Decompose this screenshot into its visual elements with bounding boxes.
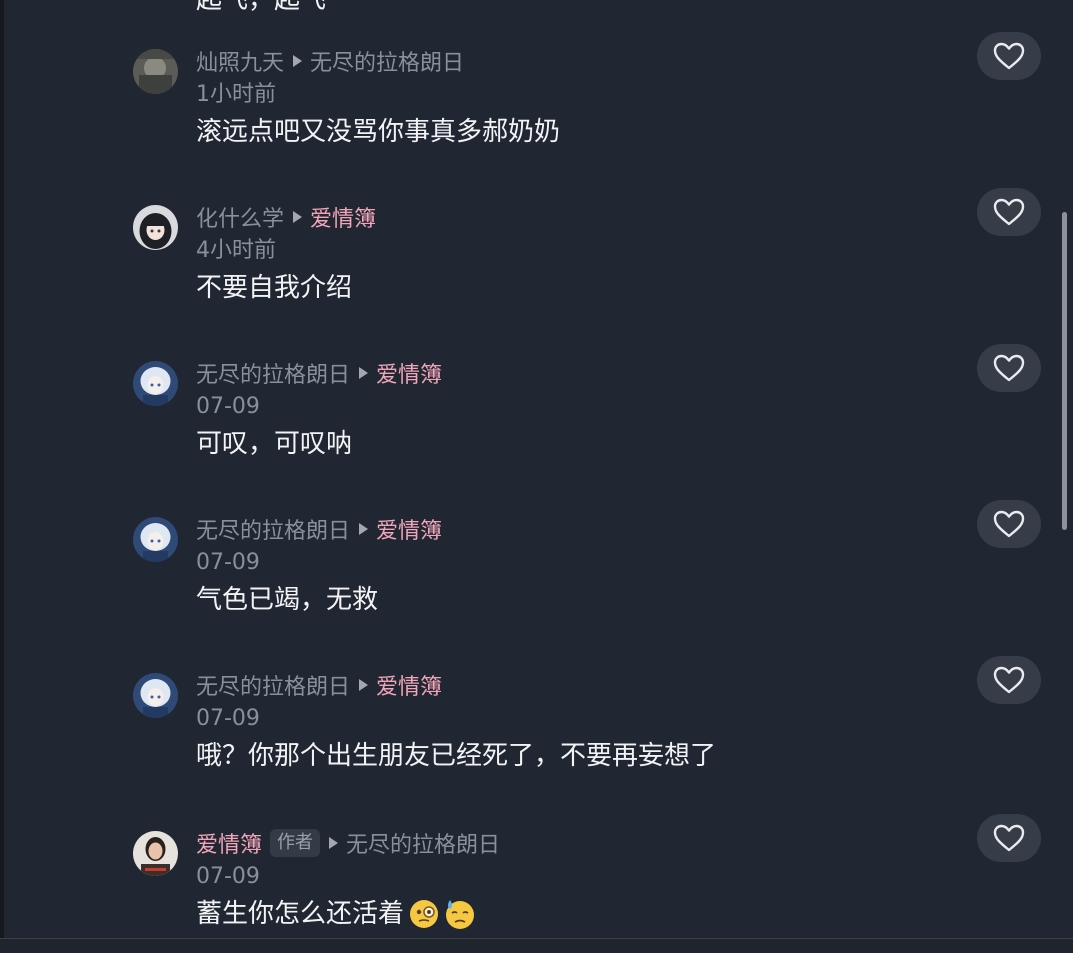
like-button[interactable] — [977, 188, 1041, 236]
bottom-input-bar-edge — [0, 939, 1073, 953]
reply-target-name[interactable]: 爱情簿 — [376, 357, 442, 389]
avatar-photo-dark[interactable] — [133, 49, 178, 94]
author-name[interactable]: 灿照九天 — [196, 45, 284, 77]
comment-item: 爱情簿 作者 无尽的拉格朗日 07-09 蓄生你怎么还活着 — [0, 814, 1073, 953]
comment-meta: 化什么学 爱情簿 — [196, 202, 376, 232]
comment-item: 无尽的拉格朗日 爱情簿 07-09 可叹，可叹呐 — [0, 344, 1073, 514]
author-name[interactable]: 爱情簿 — [196, 827, 262, 859]
comment-meta: 灿照九天 无尽的拉格朗日 — [196, 46, 464, 76]
comment-text-content: 不要自我介绍 — [196, 273, 353, 303]
comment-item: 无尽的拉格朗日 爱情簿 07-09 气色已竭，无救 — [0, 500, 1073, 670]
reply-triangle-icon — [293, 55, 303, 67]
comment-time: 07-09 — [196, 706, 260, 731]
like-button[interactable] — [977, 500, 1041, 548]
comment-text-content: 蓄生你怎么还活着 — [196, 899, 405, 929]
comment-item: 化什么学 爱情簿 4小时前 不要自我介绍 — [0, 188, 1073, 358]
creator-badge: 作者 — [270, 829, 321, 857]
heart-outline-icon — [993, 510, 1025, 538]
comment-time: 4小时前 — [196, 238, 276, 263]
avatar-anime-white-hair[interactable] — [133, 361, 178, 406]
comment-meta: 爱情簿 作者 无尽的拉格朗日 — [196, 828, 500, 858]
reply-target-name[interactable]: 无尽的拉格朗日 — [310, 45, 464, 77]
reply-triangle-icon — [359, 679, 369, 691]
author-name[interactable]: 无尽的拉格朗日 — [196, 513, 350, 545]
comment-meta: 无尽的拉格朗日 爱情簿 — [196, 358, 442, 388]
comment-time: 1小时前 — [196, 82, 276, 107]
partial-comment-text: 起飞，起飞 — [196, 0, 327, 15]
comment-text[interactable]: 不要自我介绍 — [196, 270, 352, 306]
heart-outline-icon — [993, 198, 1025, 226]
reply-target-name[interactable]: 爱情簿 — [310, 201, 376, 233]
comment-time: 07-09 — [196, 864, 260, 889]
comment-text-content: 可叹，可叹呐 — [196, 429, 353, 459]
reply-triangle-icon — [359, 367, 369, 379]
heart-outline-icon — [993, 42, 1025, 70]
comment-text[interactable]: 滚远点吧又没骂你事真多郝奶奶 — [196, 114, 560, 150]
author-name[interactable]: 无尽的拉格朗日 — [196, 357, 350, 389]
comment-feed-screen: 起飞，起飞 灿照九天 无尽的拉格朗日 1小时前 滚远点吧又没骂你事真多郝奶奶 化… — [0, 0, 1073, 953]
reply-target-name[interactable]: 爱情簿 — [376, 669, 442, 701]
author-name[interactable]: 无尽的拉格朗日 — [196, 669, 350, 701]
reply-target-name[interactable]: 爱情簿 — [376, 513, 442, 545]
comment-time: 07-09 — [196, 550, 260, 575]
monocle-face-emoji — [410, 900, 439, 928]
scrollbar-thumb[interactable] — [1062, 212, 1067, 530]
comment-text[interactable]: 气色已竭，无救 — [196, 582, 378, 618]
heart-outline-icon — [993, 824, 1025, 852]
comment-text-content: 哦？你那个出生朋友已经死了，不要再妄想了 — [196, 741, 717, 771]
comment-time: 07-09 — [196, 394, 260, 419]
like-button[interactable] — [977, 814, 1041, 862]
avatar-anime-white-hair[interactable] — [133, 673, 178, 718]
avatar-anime-dark-hair[interactable] — [133, 205, 178, 250]
reply-triangle-icon — [329, 837, 339, 849]
reply-triangle-icon — [293, 211, 303, 223]
comment-text-content: 滚远点吧又没骂你事真多郝奶奶 — [196, 117, 561, 147]
reply-triangle-icon — [359, 523, 369, 535]
heart-outline-icon — [993, 354, 1025, 382]
like-button[interactable] — [977, 344, 1041, 392]
comment-meta: 无尽的拉格朗日 爱情簿 — [196, 670, 442, 700]
avatar-anime-white-hair[interactable] — [133, 517, 178, 562]
reply-target-name[interactable]: 无尽的拉格朗日 — [346, 827, 500, 859]
comment-item: 无尽的拉格朗日 爱情簿 07-09 哦？你那个出生朋友已经死了，不要再妄想了 — [0, 656, 1073, 826]
like-button[interactable] — [977, 656, 1041, 704]
heart-outline-icon — [993, 666, 1025, 694]
comment-meta: 无尽的拉格朗日 爱情簿 — [196, 514, 442, 544]
comment-text[interactable]: 蓄生你怎么还活着 — [196, 896, 476, 932]
comment-text-content: 气色已竭，无救 — [196, 585, 379, 615]
comment-text[interactable]: 可叹，可叹呐 — [196, 426, 352, 462]
avatar-photo-person[interactable] — [133, 831, 178, 876]
comment-item: 灿照九天 无尽的拉格朗日 1小时前 滚远点吧又没骂你事真多郝奶奶 — [0, 32, 1073, 202]
comment-text[interactable]: 哦？你那个出生朋友已经死了，不要再妄想了 — [196, 738, 716, 774]
like-button[interactable] — [977, 32, 1041, 80]
sweat-face-emoji — [446, 900, 475, 929]
author-name[interactable]: 化什么学 — [196, 201, 284, 233]
